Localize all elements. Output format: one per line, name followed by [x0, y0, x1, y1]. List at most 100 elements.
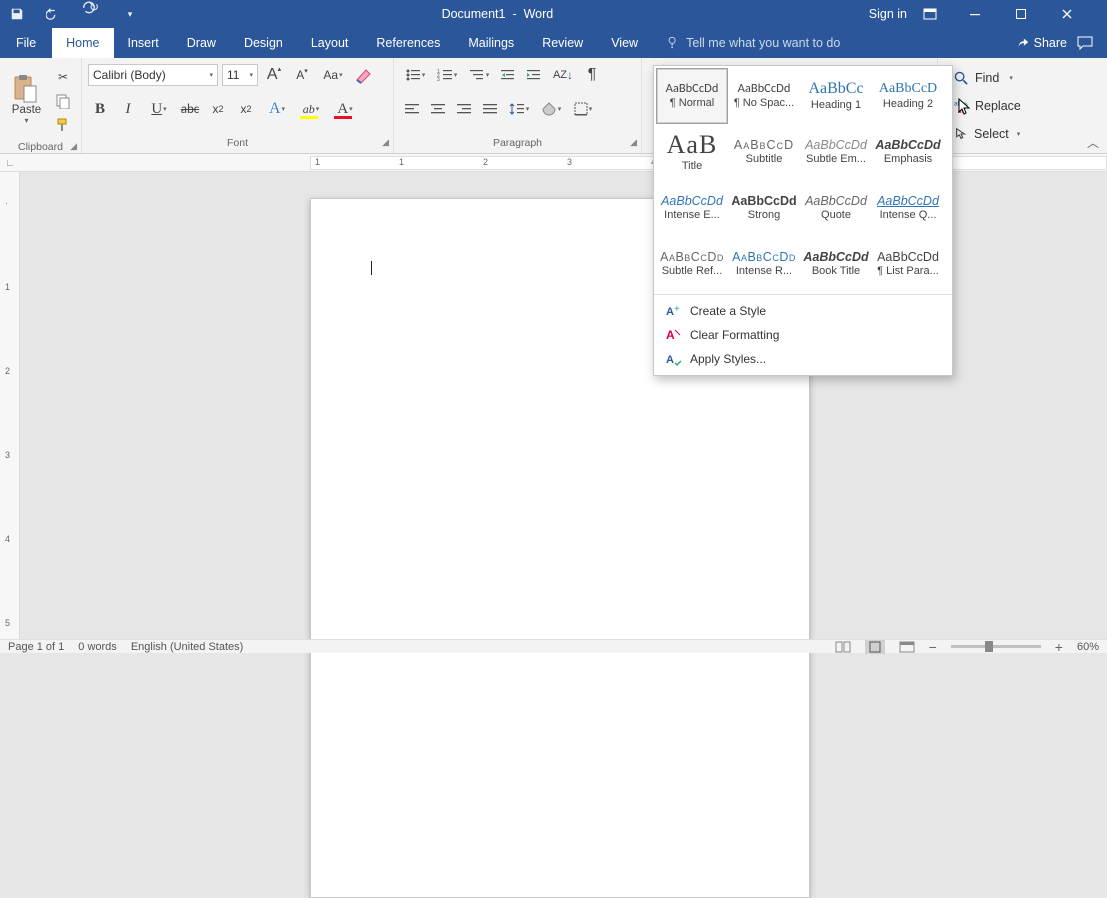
minimize-icon[interactable] — [969, 8, 1015, 20]
collapse-ribbon-icon[interactable]: ︿ — [1087, 134, 1099, 151]
tab-draw[interactable]: Draw — [173, 28, 230, 58]
svg-text:3: 3 — [437, 77, 440, 82]
font-color-button[interactable]: A▾ — [330, 97, 360, 121]
paragraph-launcher-icon[interactable]: ◢ — [630, 137, 637, 148]
decrease-indent-button[interactable] — [496, 63, 520, 87]
bullets-button[interactable]: ▾ — [400, 63, 430, 87]
highlight-color-button[interactable]: ab▾ — [296, 97, 326, 121]
tab-review[interactable]: Review — [528, 28, 597, 58]
style-strong[interactable]: AaBbCcDdStrong — [728, 180, 800, 236]
copy-icon[interactable] — [51, 89, 75, 113]
select-button[interactable]: Select▾ — [954, 122, 1021, 146]
style-heading-1[interactable]: AaBbCcHeading 1 — [800, 68, 872, 124]
tab-file[interactable]: File — [0, 28, 52, 58]
style--list-para-[interactable]: AaBbCcDd¶ List Para... — [872, 236, 944, 292]
numbering-button[interactable]: 123▾ — [432, 63, 462, 87]
superscript-button[interactable]: x2 — [234, 97, 258, 121]
close-icon[interactable] — [1061, 8, 1107, 20]
paste-button[interactable]: Paste ▾ — [12, 74, 41, 125]
zoom-out-icon[interactable]: − — [929, 639, 937, 655]
font-size-combo[interactable]: 11▾ — [222, 64, 258, 86]
text-effects-button[interactable]: A▾ — [262, 97, 292, 121]
style-preview: AaBbCcDd — [805, 195, 867, 208]
shrink-font-icon[interactable]: A▾ — [290, 63, 314, 87]
font-launcher-icon[interactable]: ◢ — [382, 137, 389, 148]
text-caret — [371, 261, 372, 275]
tab-insert[interactable]: Insert — [114, 28, 173, 58]
clear-formatting-item[interactable]: A Clear Formatting — [654, 323, 952, 347]
undo-icon[interactable] — [46, 7, 70, 21]
share-button[interactable]: Share — [1016, 36, 1067, 50]
align-center-button[interactable] — [426, 97, 450, 121]
style-intense-r-[interactable]: AaBbCcDdIntense R... — [728, 236, 800, 292]
clipboard-launcher-icon[interactable]: ◢ — [70, 141, 77, 152]
increase-indent-button[interactable] — [522, 63, 546, 87]
grow-font-icon[interactable]: A▴ — [262, 63, 286, 87]
find-button[interactable]: Find▾ — [954, 66, 1021, 90]
window-controls — [923, 8, 1107, 20]
view-print-icon[interactable] — [865, 640, 885, 654]
align-right-button[interactable] — [452, 97, 476, 121]
style--no-spac-[interactable]: AaBbCcDd¶ No Spac... — [728, 68, 800, 124]
format-painter-icon[interactable] — [51, 113, 75, 137]
zoom-slider[interactable] — [951, 645, 1041, 648]
font-name-combo[interactable]: Calibri (Body)▾ — [88, 64, 218, 86]
maximize-icon[interactable] — [1015, 8, 1061, 20]
zoom-level[interactable]: 60% — [1077, 641, 1099, 653]
redo-icon[interactable]: ↻ — [82, 0, 106, 28]
style--normal[interactable]: AaBbCcDd¶ Normal — [656, 68, 728, 124]
sort-button[interactable]: AZ↓ — [548, 63, 578, 87]
strikethrough-button[interactable]: abc — [178, 97, 202, 121]
vertical-ruler[interactable]: · 1 2 3 4 5 — [0, 172, 20, 639]
line-spacing-button[interactable]: ▾ — [504, 97, 534, 121]
justify-button[interactable] — [478, 97, 502, 121]
subscript-button[interactable]: x2 — [206, 97, 230, 121]
style-name-label: Intense R... — [736, 265, 792, 277]
tab-mailings[interactable]: Mailings — [454, 28, 528, 58]
tab-home[interactable]: Home — [52, 28, 113, 58]
style-heading-2[interactable]: AaBbCcDHeading 2 — [872, 68, 944, 124]
clear-formatting-icon[interactable] — [352, 63, 376, 87]
style-subtitle[interactable]: AaBbCcDSubtitle — [728, 124, 800, 180]
style-title[interactable]: AaBTitle — [656, 124, 728, 180]
ribbon-display-icon[interactable] — [923, 8, 969, 20]
tab-layout[interactable]: Layout — [297, 28, 363, 58]
create-style-item[interactable]: A+ Create a Style — [654, 299, 952, 323]
save-icon[interactable] — [10, 7, 34, 21]
tell-me-search[interactable]: Tell me what you want to do — [652, 28, 840, 58]
bold-button[interactable]: B — [88, 97, 112, 121]
style-quote[interactable]: AaBbCcDdQuote — [800, 180, 872, 236]
change-case-icon[interactable]: Aa▾ — [318, 63, 348, 87]
status-language[interactable]: English (United States) — [131, 641, 244, 653]
comments-icon[interactable] — [1077, 36, 1093, 50]
view-web-icon[interactable] — [899, 641, 915, 653]
show-marks-button[interactable]: ¶ — [580, 63, 604, 87]
align-left-button[interactable] — [400, 97, 424, 121]
sign-in-link[interactable]: Sign in — [853, 7, 923, 21]
style-emphasis[interactable]: AaBbCcDdEmphasis — [872, 124, 944, 180]
style-subtle-ref-[interactable]: AaBbCcDdSubtle Ref... — [656, 236, 728, 292]
underline-button[interactable]: U▾ — [144, 97, 174, 121]
style-intense-e-[interactable]: AaBbCcDdIntense E... — [656, 180, 728, 236]
tab-view[interactable]: View — [597, 28, 652, 58]
status-page[interactable]: Page 1 of 1 — [8, 641, 64, 653]
view-read-icon[interactable] — [835, 641, 851, 653]
italic-button[interactable]: I — [116, 97, 140, 121]
style-intense-q-[interactable]: AaBbCcDdIntense Q... — [872, 180, 944, 236]
style-subtle-em-[interactable]: AaBbCcDdSubtle Em... — [800, 124, 872, 180]
tab-design[interactable]: Design — [230, 28, 297, 58]
apply-styles-icon: A — [666, 351, 682, 367]
shading-button[interactable]: ▾ — [536, 97, 566, 121]
tab-references[interactable]: References — [362, 28, 454, 58]
mouse-cursor-icon — [958, 98, 972, 116]
apply-styles-item[interactable]: A Apply Styles... — [654, 347, 952, 371]
style-book-title[interactable]: AaBbCcDdBook Title — [800, 236, 872, 292]
borders-button[interactable]: ▾ — [568, 97, 598, 121]
cut-icon[interactable]: ✂ — [51, 65, 75, 89]
multilevel-list-button[interactable]: ▾ — [464, 63, 494, 87]
svg-text:+: + — [674, 304, 680, 315]
tab-selector-icon[interactable]: ∟ — [0, 154, 20, 172]
zoom-in-icon[interactable]: + — [1055, 639, 1063, 655]
status-words[interactable]: 0 words — [78, 641, 117, 653]
qat-customize-icon[interactable]: ▾ — [118, 9, 142, 20]
